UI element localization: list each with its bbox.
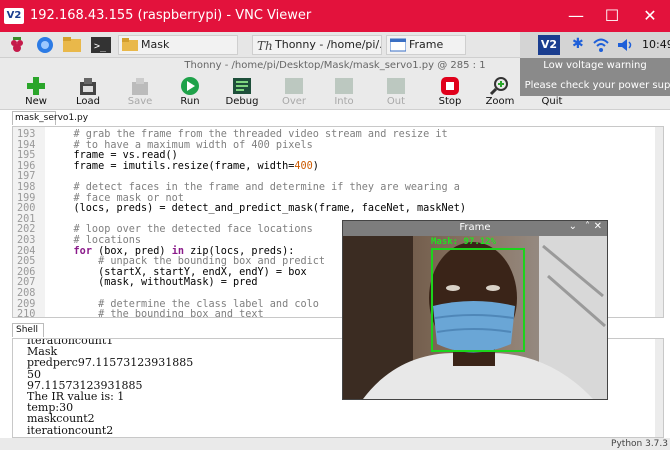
step-out-icon bbox=[387, 78, 405, 94]
step-over-icon bbox=[285, 78, 303, 94]
run-icon bbox=[181, 77, 199, 95]
taskbar-item-frame[interactable]: Frame bbox=[386, 35, 466, 55]
taskbar-item-label: Mask bbox=[141, 38, 170, 51]
stop-icon bbox=[441, 77, 459, 95]
step-over-button[interactable]: Over bbox=[268, 74, 320, 110]
close-button[interactable]: ✕ bbox=[638, 4, 662, 28]
frame-titlebar[interactable]: Frame ⌄ ˄ ✕ bbox=[343, 221, 607, 236]
folder-icon bbox=[122, 38, 138, 51]
save-button[interactable]: Save bbox=[114, 74, 166, 110]
save-icon bbox=[132, 78, 148, 95]
window-icon bbox=[390, 38, 406, 52]
quit-label: Quit bbox=[541, 96, 563, 107]
code-text: (locs, preds) = detect_and_predict_mask(… bbox=[49, 203, 467, 215]
save-label: Save bbox=[127, 96, 153, 107]
debug-button[interactable]: Debug bbox=[216, 74, 268, 110]
editor-scrollbar[interactable] bbox=[655, 127, 663, 317]
editor-tab-label: mask_servo1.py bbox=[15, 113, 89, 123]
step-into-button[interactable]: Into bbox=[318, 74, 370, 110]
into-label: Into bbox=[334, 96, 354, 107]
minimize-button[interactable]: — bbox=[564, 4, 588, 28]
frame-minimize-icon[interactable]: ⌄ bbox=[569, 221, 577, 232]
detection-box bbox=[431, 248, 525, 352]
over-label: Over bbox=[281, 96, 307, 107]
camera-frame: Mask: 97.12% bbox=[343, 236, 607, 399]
svg-text:Th: Th bbox=[257, 39, 272, 52]
frame-title: Frame bbox=[459, 222, 491, 233]
out-label: Out bbox=[386, 96, 406, 107]
taskbar-item-label: Frame bbox=[409, 38, 444, 51]
debug-label: Debug bbox=[225, 96, 259, 107]
new-button[interactable]: New bbox=[10, 74, 62, 110]
step-out-button[interactable]: Out bbox=[370, 74, 422, 110]
load-button[interactable]: Load bbox=[62, 74, 114, 110]
low-voltage-warning: Low voltage warning Please check your po… bbox=[520, 58, 670, 96]
file-manager-icon[interactable] bbox=[62, 36, 82, 54]
debug-icon bbox=[233, 78, 251, 94]
shell-line: predperc97.11573123931885 bbox=[27, 356, 194, 370]
frame-maximize-icon[interactable]: ˄ bbox=[585, 221, 590, 232]
vnc-logo-icon: V2 bbox=[4, 8, 24, 24]
code-text: (mask, withoutMask) = pred bbox=[49, 277, 258, 289]
frame-window[interactable]: Frame ⌄ ˄ ✕ Mask: 97.12% bbox=[342, 220, 608, 400]
maximize-button[interactable]: ☐ bbox=[600, 4, 624, 28]
taskbar-item-mask-folder[interactable]: Mask bbox=[118, 35, 238, 55]
stop-button[interactable]: Stop bbox=[424, 74, 476, 110]
warning-message: Please check your power suppl bbox=[524, 80, 670, 91]
pi-taskbar: >_ Mask Th Thonny - /home/pi/... Frame V… bbox=[0, 32, 670, 58]
wifi-icon[interactable] bbox=[592, 36, 610, 54]
bluetooth-icon[interactable]: ✱ bbox=[572, 36, 584, 54]
detection-label: Mask: 97.12% bbox=[431, 237, 497, 247]
line-number: 210 bbox=[17, 309, 36, 318]
vnc-titlebar: V2 192.168.43.155 (raspberrypi) - VNC Vi… bbox=[0, 0, 670, 32]
code-text: frame = imutils.resize(frame, width=400) bbox=[49, 160, 319, 172]
stop-label: Stop bbox=[438, 96, 462, 107]
shell-line: iterationcount2 bbox=[27, 423, 114, 437]
run-button[interactable]: Run bbox=[164, 74, 216, 110]
vnc-window-title: 192.168.43.155 (raspberrypi) - VNC Viewe… bbox=[30, 8, 312, 23]
raspberry-menu-icon[interactable] bbox=[8, 36, 26, 54]
editor-tab-mask-servo1[interactable]: mask_servo1.py ✖ bbox=[12, 111, 88, 136]
zoom-button[interactable]: Zoom bbox=[474, 74, 526, 110]
shell-tab[interactable]: Shell bbox=[12, 323, 44, 337]
vnc-tray-icon[interactable]: V2 bbox=[538, 35, 560, 55]
new-icon bbox=[27, 77, 45, 95]
code-text: # the bounding box and text bbox=[49, 309, 264, 318]
python-version: Python 3.7.3 bbox=[611, 439, 668, 449]
svg-text:>_: >_ bbox=[94, 41, 107, 52]
load-label: Load bbox=[76, 96, 100, 107]
load-icon bbox=[80, 78, 96, 95]
system-tray: V2 ✱ 10:49 bbox=[520, 32, 670, 58]
run-label: Run bbox=[180, 96, 200, 107]
warning-title: Low voltage warning bbox=[543, 60, 647, 71]
taskbar-item-thonny[interactable]: Th Thonny - /home/pi/... bbox=[252, 35, 382, 55]
taskbar-item-label: Thonny - /home/pi/... bbox=[275, 38, 382, 51]
clock: 10:49 bbox=[642, 38, 670, 51]
new-label: New bbox=[25, 96, 47, 107]
terminal-icon[interactable]: >_ bbox=[90, 36, 112, 54]
status-bar: Python 3.7.3 bbox=[0, 438, 670, 450]
volume-icon[interactable] bbox=[616, 36, 638, 54]
shell-scrollbar[interactable] bbox=[655, 339, 663, 437]
zoom-label: Zoom bbox=[485, 96, 515, 107]
frame-close-icon[interactable]: ✕ bbox=[594, 221, 602, 232]
step-into-icon bbox=[335, 78, 353, 94]
thonny-icon: Th bbox=[257, 39, 272, 52]
zoom-icon bbox=[489, 77, 508, 96]
browser-icon[interactable] bbox=[36, 36, 54, 54]
